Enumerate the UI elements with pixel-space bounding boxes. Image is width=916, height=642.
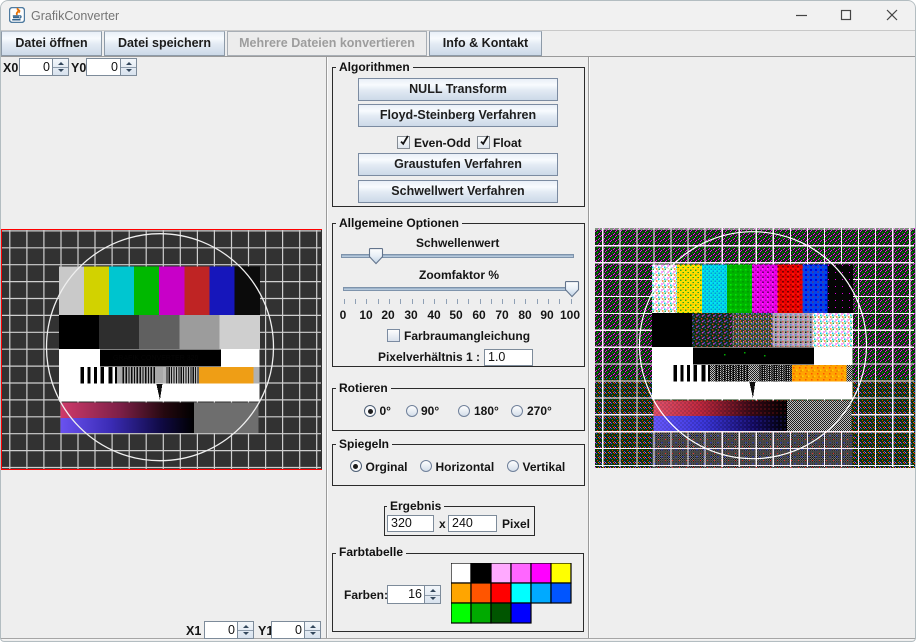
svg-text:GRAFIK CONVERTER 320: GRAFIK CONVERTER 320 — [113, 355, 199, 362]
